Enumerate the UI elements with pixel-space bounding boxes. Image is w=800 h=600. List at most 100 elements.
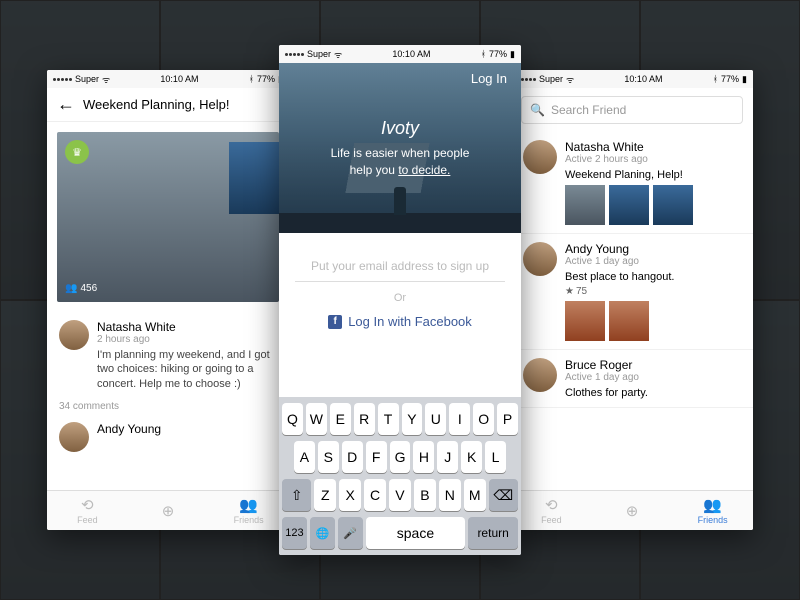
key-delete[interactable]: ⌫ xyxy=(489,479,518,511)
avatar[interactable] xyxy=(523,140,557,174)
facebook-login-button[interactable]: fLog In with Facebook xyxy=(295,314,505,329)
key-i[interactable]: I xyxy=(449,403,470,435)
plus-icon: ⊕ xyxy=(626,502,639,520)
key-globe[interactable]: 🌐 xyxy=(310,517,335,549)
wifi-icon: ᯤ xyxy=(566,73,574,86)
key-h[interactable]: H xyxy=(413,441,434,473)
friend-item[interactable]: Bruce Roger Active 1 day ago Clothes for… xyxy=(511,350,753,408)
page-title: Weekend Planning, Help! xyxy=(83,97,279,112)
key-r[interactable]: R xyxy=(354,403,375,435)
email-input[interactable]: Put your email address to sign up xyxy=(295,251,505,282)
tab-add[interactable]: ⊕ xyxy=(592,491,673,530)
key-k[interactable]: K xyxy=(461,441,482,473)
key-z[interactable]: Z xyxy=(314,479,336,511)
key-w[interactable]: W xyxy=(306,403,327,435)
friends-icon: 👥 xyxy=(239,496,258,514)
post-time: 2 hours ago xyxy=(97,334,277,345)
tagline: Life is easier when peoplehelp you to de… xyxy=(331,145,470,179)
comment-count[interactable]: 34 comments xyxy=(47,399,289,414)
carrier: Super xyxy=(307,49,331,59)
key-mic[interactable]: 🎤 xyxy=(338,517,363,549)
friend-active: Active 1 day ago xyxy=(565,372,741,383)
friend-item[interactable]: Natasha White Active 2 hours ago Weekend… xyxy=(511,132,753,234)
key-s[interactable]: S xyxy=(318,441,339,473)
key-t[interactable]: T xyxy=(378,403,399,435)
battery-icon: ▮ xyxy=(742,74,747,85)
clock: 10:10 AM xyxy=(624,74,662,84)
poll-image-alt[interactable] xyxy=(229,142,279,214)
thumb[interactable] xyxy=(609,301,649,341)
key-l[interactable]: L xyxy=(485,441,506,473)
friend-post-title: Best place to hangout. xyxy=(565,271,741,283)
key-q[interactable]: Q xyxy=(282,403,303,435)
tab-feed[interactable]: ⟲Feed xyxy=(47,491,128,530)
brand-name: Ivoty xyxy=(381,118,419,139)
search-input[interactable]: 🔍Search Friend xyxy=(521,96,743,124)
hero: Ivoty Life is easier when peoplehelp you… xyxy=(279,63,521,233)
bluetooth-icon: ᚼ xyxy=(713,74,718,84)
back-button[interactable]: ← xyxy=(57,94,75,115)
status-bar: Superᯤ 10:10 AM ᚼ77%▮ xyxy=(47,70,289,88)
friend-item[interactable]: Andy Young Active 1 day ago Best place t… xyxy=(511,234,753,350)
key-j[interactable]: J xyxy=(437,441,458,473)
key-o[interactable]: O xyxy=(473,403,494,435)
key-x[interactable]: X xyxy=(339,479,361,511)
star-icon: ★ xyxy=(565,286,574,297)
bluetooth-icon: ᚼ xyxy=(481,49,486,59)
friends-list: Natasha White Active 2 hours ago Weekend… xyxy=(511,132,753,490)
tab-friends[interactable]: 👥Friends xyxy=(672,491,753,530)
key-d[interactable]: D xyxy=(342,441,363,473)
friend-post-title: Clothes for party. xyxy=(565,387,741,399)
key-n[interactable]: N xyxy=(439,479,461,511)
tab-bar: ⟲Feed ⊕ 👥Friends xyxy=(511,490,753,530)
thumb[interactable] xyxy=(609,185,649,225)
status-bar: Superᯤ 10:10 AM ᚼ77%▮ xyxy=(279,45,521,63)
friend-active: Active 2 hours ago xyxy=(565,154,741,165)
search-icon: 🔍 xyxy=(530,103,545,117)
phone-feed-detail: Superᯤ 10:10 AM ᚼ77%▮ ← Weekend Planning… xyxy=(47,70,289,530)
battery-icon: ▮ xyxy=(510,49,515,60)
friend-name: Natasha White xyxy=(565,140,741,154)
phone-login: Superᯤ 10:10 AM ᚼ77%▮ Log In Ivoty Life … xyxy=(279,45,521,555)
login-link[interactable]: Log In xyxy=(471,71,507,86)
friend-name: Bruce Roger xyxy=(565,358,741,372)
avatar[interactable] xyxy=(523,242,557,276)
avatar[interactable] xyxy=(59,422,89,452)
friends-icon: 👥 xyxy=(703,496,722,514)
thumb[interactable] xyxy=(565,185,605,225)
battery: 77% xyxy=(721,74,739,84)
key-b[interactable]: B xyxy=(414,479,436,511)
vote-count: 👥456 xyxy=(65,283,97,294)
key-m[interactable]: M xyxy=(464,479,486,511)
friend-active: Active 1 day ago xyxy=(565,256,741,267)
tab-add[interactable]: ⊕ xyxy=(128,491,209,530)
key-space[interactable]: space xyxy=(366,517,466,549)
key-v[interactable]: V xyxy=(389,479,411,511)
comment: Andy Young xyxy=(47,414,289,460)
feed-icon: ⟲ xyxy=(545,496,558,514)
key-a[interactable]: A xyxy=(294,441,315,473)
friend-name: Andy Young xyxy=(565,242,741,256)
key-g[interactable]: G xyxy=(390,441,411,473)
thumb[interactable] xyxy=(565,301,605,341)
post-text: I'm planning my weekend, and I got two c… xyxy=(97,348,277,391)
rating: ★75 xyxy=(565,286,741,297)
key-p[interactable]: P xyxy=(497,403,518,435)
thumb[interactable] xyxy=(653,185,693,225)
crown-icon: ♛ xyxy=(65,140,89,164)
key-f[interactable]: F xyxy=(366,441,387,473)
avatar[interactable] xyxy=(59,320,89,350)
key-e[interactable]: E xyxy=(330,403,351,435)
tab-feed[interactable]: ⟲Feed xyxy=(511,491,592,530)
or-divider: Or xyxy=(295,292,505,304)
tab-friends[interactable]: 👥Friends xyxy=(208,491,289,530)
key-123[interactable]: 123 xyxy=(282,517,307,549)
key-c[interactable]: C xyxy=(364,479,386,511)
avatar[interactable] xyxy=(523,358,557,392)
key-shift[interactable]: ⇧ xyxy=(282,479,311,511)
header: ← Weekend Planning, Help! xyxy=(47,88,289,122)
facebook-icon: f xyxy=(328,315,342,329)
key-return[interactable]: return xyxy=(468,517,518,549)
key-y[interactable]: Y xyxy=(402,403,423,435)
key-u[interactable]: U xyxy=(425,403,446,435)
